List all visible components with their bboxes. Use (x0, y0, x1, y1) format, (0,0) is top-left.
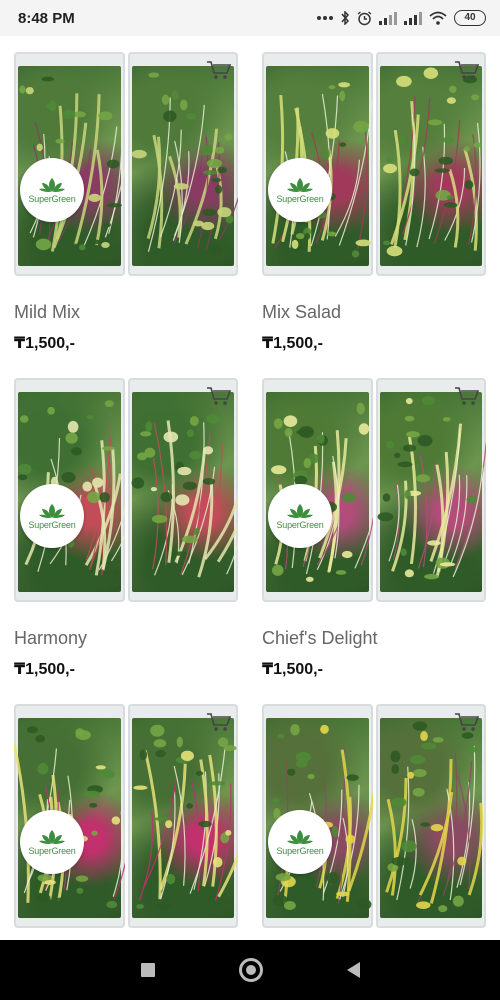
back-button[interactable] (346, 962, 360, 978)
leaf-logo-icon (287, 177, 313, 192)
cart-icon (455, 387, 480, 405)
product-price: ₸1,500,- (262, 661, 323, 678)
product-image[interactable]: SuperGreen (14, 378, 238, 602)
supergreen-logo: SuperGreen (20, 158, 84, 222)
supergreen-logo: SuperGreen (268, 484, 332, 548)
signal-icon (379, 11, 397, 25)
product-image[interactable]: SuperGreen (262, 704, 486, 928)
leaf-logo-icon (39, 829, 65, 844)
product-name[interactable]: Mix Salad (262, 302, 496, 323)
logo-text: SuperGreen (276, 519, 324, 530)
product-list[interactable]: SuperGreen Mild Mix ₸1,500,- SuperGreen Mix … (0, 36, 500, 940)
status-time: 8:48 PM (18, 9, 75, 27)
microgreens-box-photo (375, 52, 486, 276)
product-price: ₸1,500,- (14, 335, 75, 352)
microgreens-box-photo (127, 704, 238, 928)
product-image[interactable]: SuperGreen (14, 704, 238, 928)
cart-icon (207, 387, 232, 405)
product-image[interactable]: SuperGreen (14, 52, 238, 276)
microgreens-box-photo (127, 52, 238, 276)
leaf-logo-icon (287, 503, 313, 518)
cart-icon (455, 713, 480, 731)
microgreens-box-photo (375, 704, 486, 928)
product-grid: SuperGreen Mild Mix ₸1,500,- SuperGreen Mix … (0, 36, 500, 940)
product-price: ₸1,500,- (262, 335, 323, 352)
supergreen-logo: SuperGreen (268, 158, 332, 222)
status-bar: 8:48 PM 40 (0, 0, 500, 36)
supergreen-logo: SuperGreen (20, 484, 84, 548)
logo-text: SuperGreen (28, 519, 76, 530)
cart-icon (455, 61, 480, 79)
product-name[interactable]: Chief's Delight (262, 628, 496, 649)
supergreen-logo: SuperGreen (20, 810, 84, 874)
product-image[interactable]: SuperGreen (262, 378, 486, 602)
product-name[interactable]: Mild Mix (14, 302, 248, 323)
more-dots-icon (317, 16, 333, 20)
logo-text: SuperGreen (28, 845, 76, 856)
logo-text: SuperGreen (276, 845, 324, 856)
product-card[interactable]: SuperGreen (248, 704, 496, 940)
recents-button[interactable] (140, 963, 155, 977)
status-icons: 40 (317, 10, 486, 26)
product-card[interactable]: SuperGreen (0, 704, 248, 940)
product-card[interactable]: SuperGreen Mild Mix ₸1,500,- (0, 52, 248, 378)
logo-text: SuperGreen (28, 193, 76, 204)
alarm-icon (357, 10, 372, 25)
leaf-logo-icon (39, 503, 65, 518)
battery-icon: 40 (454, 10, 486, 26)
microgreens-box-photo (375, 378, 486, 602)
leaf-logo-icon (39, 177, 65, 192)
leaf-logo-icon (287, 829, 313, 844)
cart-icon (207, 61, 232, 79)
logo-text: SuperGreen (276, 193, 324, 204)
supergreen-logo: SuperGreen (268, 810, 332, 874)
navigation-bar (0, 940, 500, 1000)
cart-icon (207, 713, 232, 731)
product-card[interactable]: SuperGreen Harmony ₸1,500,- (0, 378, 248, 704)
bluetooth-icon (341, 11, 350, 25)
wifi-icon (429, 11, 447, 25)
microgreens-box-photo (127, 378, 238, 602)
signal-icon (404, 11, 422, 25)
product-image[interactable]: SuperGreen (262, 52, 486, 276)
product-card[interactable]: SuperGreen Chief's Delight ₸1,500,- (248, 378, 496, 704)
product-name[interactable]: Harmony (14, 628, 248, 649)
product-price: ₸1,500,- (14, 661, 75, 678)
home-button[interactable] (238, 958, 263, 982)
product-card[interactable]: SuperGreen Mix Salad ₸1,500,- (248, 52, 496, 378)
